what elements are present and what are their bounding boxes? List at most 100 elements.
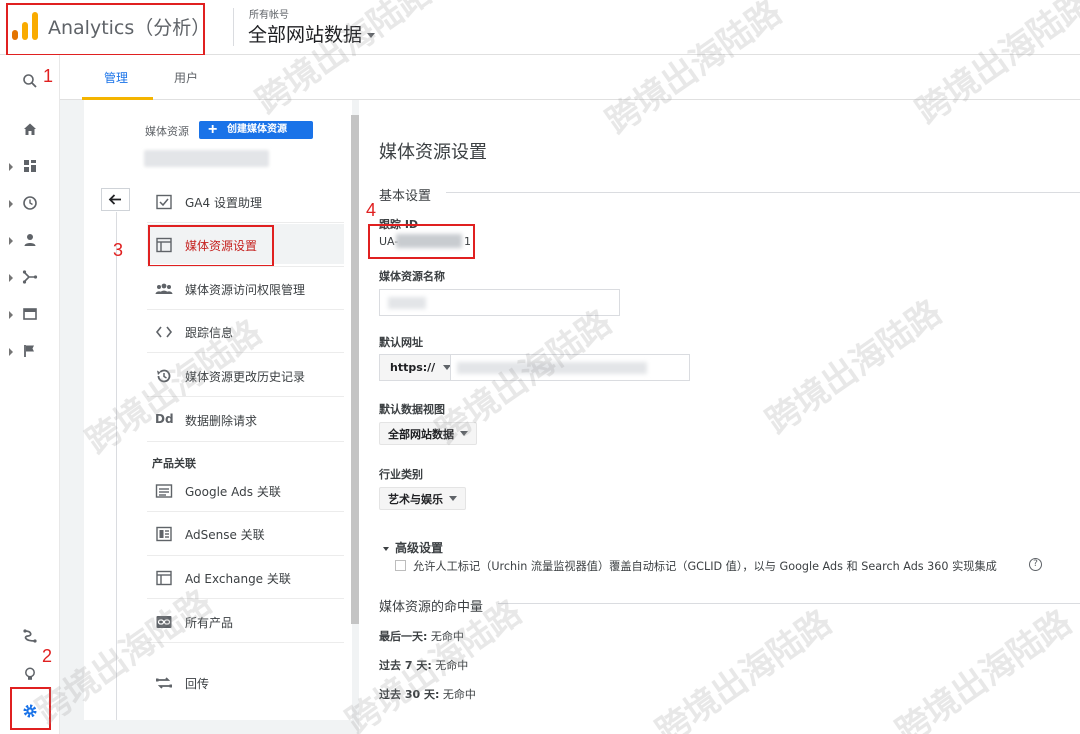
clock-icon [23,196,37,210]
default-view-value: 全部网站数据 [388,428,454,441]
account-selector[interactable]: 全部网站数据 [248,20,376,47]
industry-select[interactable]: 艺术与娱乐 [379,487,466,510]
nav-adsense-link[interactable]: AdSense 关联 [147,513,344,553]
rail-audience[interactable] [0,226,60,256]
annotation-number-4: 4 [366,200,377,220]
left-rail [0,55,60,734]
nav-divider [147,598,344,599]
expand-arrow-icon [9,348,13,356]
expand-arrow-icon [9,274,13,282]
expand-arrow-icon [9,163,13,171]
annotation-number-2: 2 [42,646,53,666]
nav-divider [147,511,344,512]
rail-acquisition[interactable] [0,263,60,293]
section-divider [498,603,1080,604]
property-selector-redacted[interactable] [144,150,269,167]
hits-row: 过去 7 天: 无命中 [379,657,468,673]
hits-row-label: 最后一天: [379,630,428,643]
nav-divider [147,266,344,267]
manual-tagging-label: 允许人工标记（Urchin 流量监视器值）覆盖自动标记（GCLID 值），以与 … [413,560,997,573]
lightbulb-icon [25,667,35,680]
property-name-label: 媒体资源名称 [379,270,445,283]
rail-customization[interactable] [0,152,60,182]
nav-data-deletion[interactable]: Dd 数据删除请求 [147,399,344,439]
plus-icon: + [208,121,218,138]
nav-divider [147,396,344,397]
nav-label: 媒体资源访问权限管理 [185,283,306,297]
default-url-redacted [457,362,647,374]
nav-all-products[interactable]: 所有产品 [147,601,344,641]
hits-row: 最后一天: 无命中 [379,628,464,644]
property-name-redacted [388,297,426,309]
panel-scrollbar[interactable] [351,115,359,624]
nav-google-ads-link[interactable]: Google Ads 关联 [147,470,344,510]
caret-down-icon [460,431,468,436]
nav-label: 媒体资源更改历史记录 [185,370,306,384]
expand-arrow-icon [9,237,13,245]
nav-label: 所有产品 [185,616,234,630]
hits-row-value: 无命中 [430,630,464,643]
analytics-logo-icon[interactable] [12,12,38,40]
ads-icon [155,484,173,498]
back-button[interactable] [101,188,130,211]
code-icon [155,326,173,338]
tab-user[interactable]: 用户 [174,69,198,86]
nav-ad-exchange-link[interactable]: Ad Exchange 关联 [147,557,344,597]
annotation-box-2 [10,687,51,730]
nav-property-access[interactable]: 媒体资源访问权限管理 [147,268,344,308]
tab-admin[interactable]: 管理 [104,69,128,86]
hits-row-label: 过去 30 天: [379,688,440,701]
default-url-input[interactable] [450,354,690,381]
behavior-icon [23,308,37,320]
rail-realtime[interactable] [0,189,60,219]
search-icon [23,74,37,88]
history-icon [157,369,171,383]
hits-row-value: 无命中 [442,688,476,701]
header-divider [233,8,234,46]
account-selector-label: 全部网站数据 [248,24,363,46]
nav-ga4-setup-assistant[interactable]: GA4 设置助理 [147,181,344,221]
help-icon[interactable]: ? [1029,558,1042,571]
account-label: 所有帐号 [249,10,289,21]
default-view-select[interactable]: 全部网站数据 [379,422,477,445]
rail-conversions[interactable] [0,337,60,367]
link-icon [156,616,172,628]
nav-divider [147,555,344,556]
nav-postbacks[interactable]: 回传 [147,662,344,702]
default-url-label: 默认网址 [379,336,423,349]
advanced-settings-toggle[interactable]: 高级设置 [383,539,443,556]
hits-heading: 媒体资源的命中量 [379,600,484,615]
property-settings-panel [359,100,1080,734]
nav-label: 数据删除请求 [185,414,258,428]
triangle-down-icon [383,546,389,551]
nav-label: AdSense 关联 [185,528,265,542]
checklist-icon [156,194,172,210]
page-title: 媒体资源设置 [379,142,487,163]
nav-divider [147,441,344,442]
nav-tracking-info[interactable]: 跟踪信息 [147,311,344,351]
expand-arrow-icon [9,200,13,208]
dd-icon: Dd [155,412,174,426]
nav-label: Google Ads 关联 [185,485,281,499]
top-tabs: 管理 用户 [60,55,1080,100]
expand-arrow-icon [9,311,13,319]
create-property-button[interactable]: + 创建媒体资源 [199,121,313,139]
rail-behavior[interactable] [0,300,60,330]
nav-change-history[interactable]: 媒体资源更改历史记录 [147,355,344,395]
dashboard-icon [24,160,36,172]
create-property-label: 创建媒体资源 [227,124,287,135]
url-protocol-select[interactable]: https:// [379,354,452,381]
nav-tree-line [116,212,117,720]
basic-settings-heading: 基本设置 [379,189,432,204]
section-divider [446,192,1080,193]
annotation-number-1: 1 [43,66,54,86]
app-title[interactable]: Analytics（分析） [48,13,210,40]
nav-divider [147,222,344,223]
annotation-number-3: 3 [113,240,124,260]
rail-home[interactable] [0,115,60,145]
adexchange-icon [156,570,172,586]
nav-divider [147,642,344,643]
property-name-input[interactable] [379,289,620,316]
manual-tagging-checkbox[interactable] [395,560,406,571]
industry-value: 艺术与娱乐 [388,493,443,506]
